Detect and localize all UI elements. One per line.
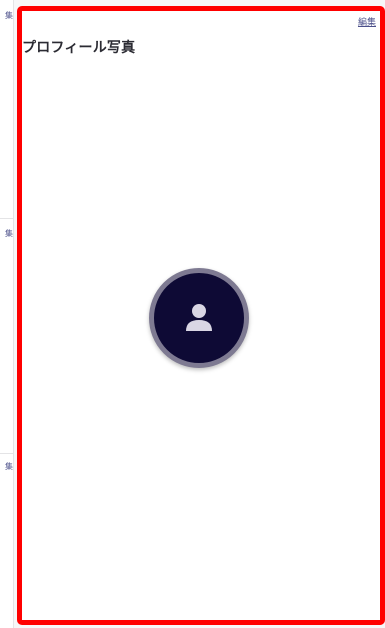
left-panel-column: 集 集 集 bbox=[0, 0, 14, 628]
left-edit-link-3[interactable]: 集 bbox=[0, 461, 13, 472]
left-divider-2 bbox=[0, 453, 13, 454]
avatar bbox=[149, 268, 249, 368]
left-edit-link-2[interactable]: 集 bbox=[0, 228, 13, 239]
card-title: プロフィール写真 bbox=[22, 40, 136, 56]
left-divider-1 bbox=[0, 218, 13, 219]
user-icon bbox=[183, 302, 215, 334]
profile-photo-card: 編集 プロフィール写真 bbox=[17, 6, 385, 625]
page: 集 集 集 編集 プロフィール写真 bbox=[0, 0, 385, 628]
left-edit-link-1[interactable]: 集 bbox=[0, 10, 13, 21]
edit-link[interactable]: 編集 bbox=[358, 15, 376, 28]
